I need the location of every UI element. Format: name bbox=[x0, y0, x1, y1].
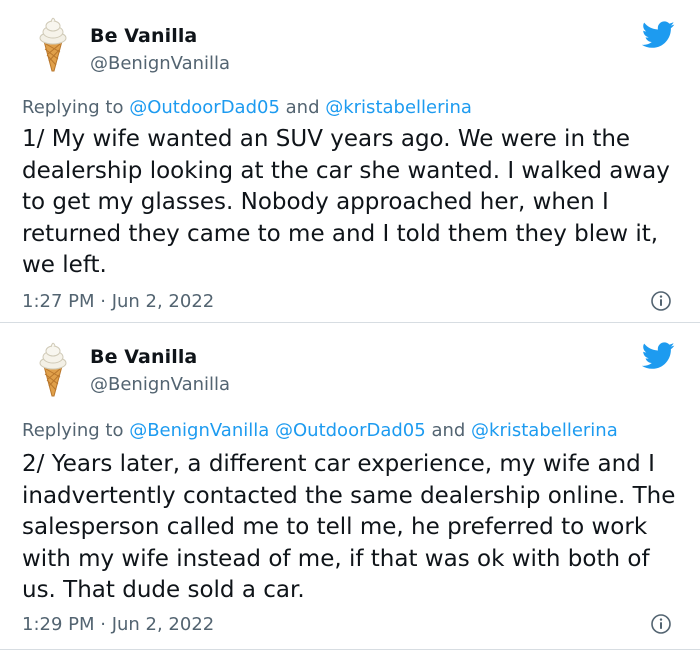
tweet-text: 1/ My wife wanted an SUV years ago. We w… bbox=[22, 126, 670, 278]
twitter-bird-icon[interactable] bbox=[642, 342, 675, 370]
mention-link[interactable]: @OutdoorDad05 bbox=[129, 97, 280, 118]
ice-cream-cone-icon[interactable] bbox=[30, 339, 76, 397]
mention-link[interactable]: @BenignVanilla bbox=[129, 420, 269, 441]
divider bbox=[0, 649, 700, 650]
display-name[interactable]: Be Vanilla bbox=[90, 25, 197, 47]
twitter-bird-icon[interactable] bbox=[642, 21, 675, 49]
replying-to-line: Replying to @OutdoorDad05 and @kristabel… bbox=[22, 97, 472, 118]
display-name[interactable]: Be Vanilla bbox=[90, 346, 197, 368]
and-label: and bbox=[279, 97, 326, 118]
tweet-text: 2/ Years later, a different car experien… bbox=[22, 451, 676, 603]
user-handle[interactable]: @BenignVanilla bbox=[90, 53, 230, 74]
replying-to-line: Replying to @BenignVanilla @OutdoorDad05… bbox=[22, 420, 618, 441]
tweet-timestamp[interactable]: 1:27 PM · Jun 2, 2022 bbox=[22, 291, 214, 312]
replying-to-label: Replying to bbox=[22, 420, 130, 441]
info-icon[interactable] bbox=[651, 614, 671, 634]
replying-to-label: Replying to bbox=[22, 97, 130, 118]
tweet-card[interactable]: Be Vanilla @BenignVanilla Replying to @B… bbox=[0, 323, 700, 655]
tweet-timestamp[interactable]: 1:29 PM · Jun 2, 2022 bbox=[22, 614, 214, 635]
mention-link[interactable]: @kristabellerina bbox=[325, 97, 472, 118]
info-icon[interactable] bbox=[651, 291, 671, 311]
mention-link[interactable]: @OutdoorDad05 bbox=[275, 420, 426, 441]
mention-link[interactable]: @kristabellerina bbox=[471, 420, 618, 441]
tweet-card[interactable]: Be Vanilla @BenignVanilla Replying to @O… bbox=[0, 0, 700, 323]
user-handle[interactable]: @BenignVanilla bbox=[90, 374, 230, 395]
and-label: and bbox=[425, 420, 472, 441]
ice-cream-cone-icon[interactable] bbox=[30, 14, 76, 72]
